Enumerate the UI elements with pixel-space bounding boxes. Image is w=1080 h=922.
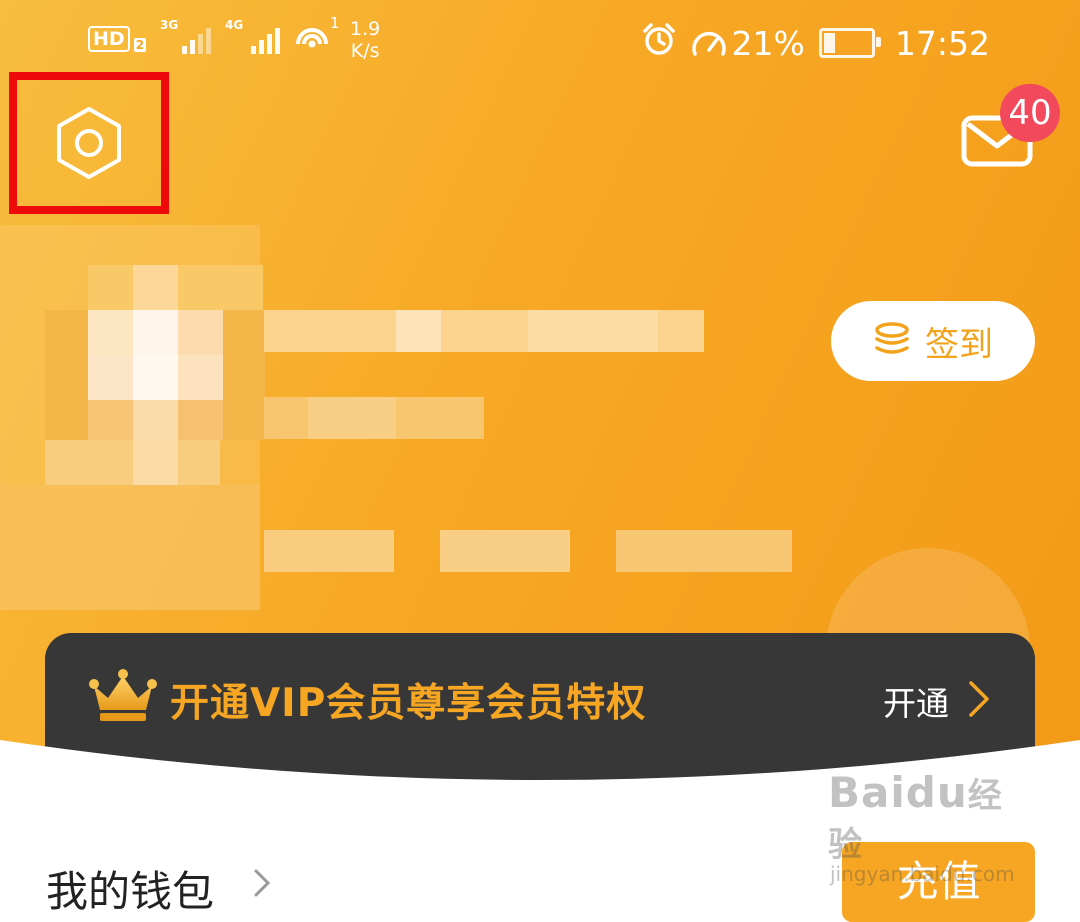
vip-open-link[interactable]: 开通 [883,677,949,725]
watermark-logo-bai: Bai [828,768,906,817]
avatar-and-username-pixelated[interactable] [0,225,800,615]
alarm-icon [642,22,676,64]
status-bar-left: HD 2 3G 4G 1 1.9 K/s [88,14,380,62]
watermark-logo-du: du [905,768,968,817]
signal-3g-icon: 3G [160,18,212,54]
crown-icon [89,669,157,721]
status-bar-right: 21% 17:52 [642,22,990,64]
battery-icon [818,28,881,58]
performance-icon: 21% [690,24,805,63]
watermark-url: jingyan.baidu.com [830,862,1015,886]
signal-4g-icon: 4G [225,18,281,54]
hd-voice-indicator: HD [88,26,130,52]
wallet-chevron-icon [254,869,271,897]
signal-3g-label: 3G [160,18,179,32]
clock: 17:52 [894,23,990,63]
hexagon-gear-icon [57,107,121,179]
performance-percent: 21% [731,23,805,63]
network-speed-value: 1.9 [350,18,381,40]
sign-in-button[interactable]: 签到 [831,301,1035,381]
network-speed-unit: K/s [350,40,380,62]
message-count-badge: 40 [1000,84,1060,142]
watermark-logo: Baidu经验 [828,768,1028,866]
hotspot-icon: 1 [294,14,340,54]
status-bar: HD 2 3G 4G 1 1.9 K/s 21% 17:52 [0,0,1080,80]
chevron-right-icon [969,681,989,717]
baidu-jingyan-watermark: Baidu经验 jingyan.baidu.com [828,768,1028,886]
wallet-title[interactable]: 我的钱包 [46,858,214,919]
network-speed: 1.9 K/s [350,18,380,62]
coin-stack-icon [875,322,909,354]
hotspot-count: 1 [330,14,340,32]
hd-sim-number: 2 [133,38,147,52]
vip-banner-title: 开通VIP会员尊享会员特权 [170,681,647,726]
sign-in-label: 签到 [925,324,993,365]
signal-4g-label: 4G [225,18,244,32]
settings-button[interactable] [9,72,169,214]
